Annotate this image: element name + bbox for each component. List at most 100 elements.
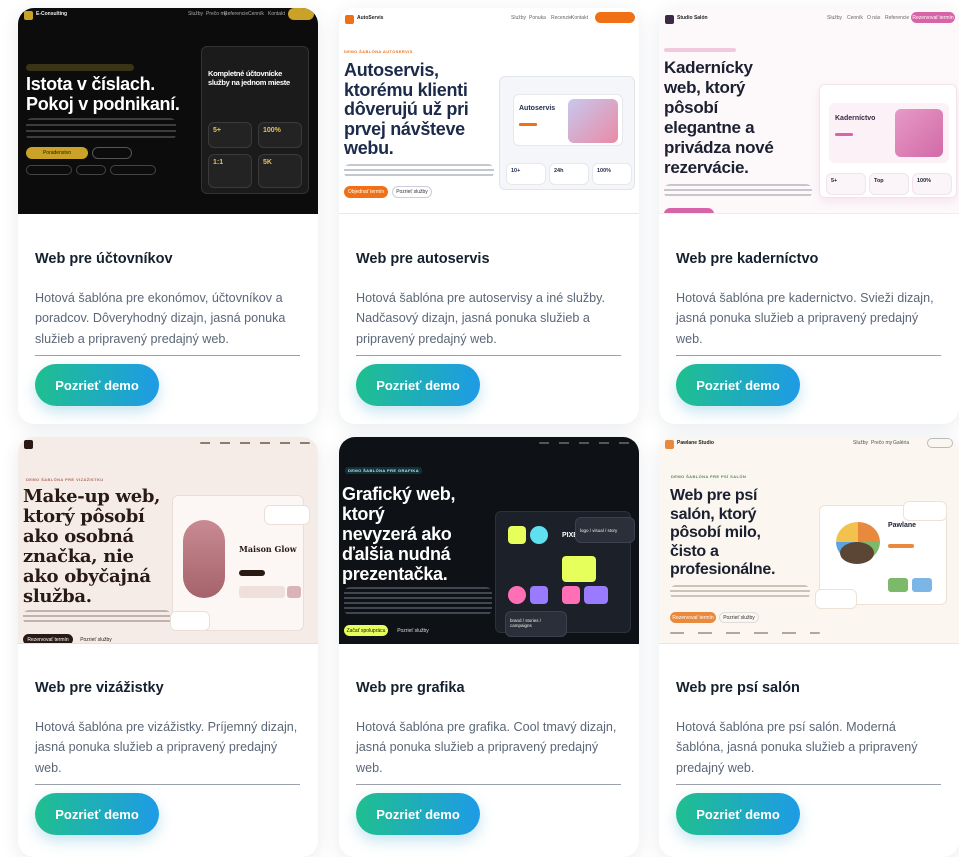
preview-stat: 5+ bbox=[831, 178, 838, 184]
divider bbox=[676, 784, 941, 785]
preview-floating-chip bbox=[264, 505, 310, 525]
brand-logo-icon bbox=[665, 15, 674, 24]
preview-hairdresser[interactable]: Studio Salón Služby Cenník O nás Referen… bbox=[659, 8, 959, 214]
divider bbox=[676, 355, 941, 356]
preview-badge bbox=[664, 48, 736, 52]
preview-hero-title: Make-up web, ktorý pôsobí ako osobná zna… bbox=[23, 486, 161, 607]
view-demo-button[interactable]: Pozrieť demo bbox=[676, 364, 800, 406]
preview-dog-salon[interactable]: Pawlane Studio Služby Prečo my Galéria D… bbox=[659, 437, 959, 644]
preview-floating-chip bbox=[815, 589, 857, 609]
view-demo-button[interactable]: Pozrieť demo bbox=[676, 793, 800, 835]
preview-nav-item: Služby bbox=[853, 440, 869, 446]
preview-floating-chip: brand / stories / campaigns bbox=[505, 611, 567, 637]
preview-stat: 100% bbox=[597, 168, 612, 174]
preview-chip bbox=[76, 165, 106, 175]
preview-text-lines bbox=[670, 585, 810, 599]
preview-accent-bar bbox=[835, 133, 853, 136]
card-description: Hotová šablóna pre grafika. Cool tmavý d… bbox=[356, 720, 617, 775]
preview-hero-tag: DEMO ŠABLÓNA PRE GRAFIKA bbox=[345, 467, 423, 474]
preview-chip-label: logo / visual / story bbox=[580, 528, 618, 533]
preview-hero-title: Autoservis, ktorému klienti dôverujú už … bbox=[344, 60, 469, 158]
view-demo-button[interactable]: Pozrieť demo bbox=[35, 364, 159, 406]
view-demo-button[interactable]: Pozrieť demo bbox=[356, 793, 480, 835]
preview-nav: E-Consulting Služby Prečo my Referencie … bbox=[18, 8, 318, 22]
preview-nav bbox=[18, 437, 318, 451]
preview-accent-bar bbox=[888, 544, 914, 548]
preview-panel-card: Kaderníctvo bbox=[829, 103, 949, 163]
preview-panel-title: Pawlane bbox=[888, 522, 917, 529]
preview-illustration bbox=[840, 542, 874, 564]
preview-stat: 1:1 bbox=[213, 159, 224, 166]
preview-nav-item: Ponuka bbox=[529, 15, 546, 21]
preview-shape bbox=[508, 526, 526, 544]
preview-brand: AutoServis bbox=[357, 15, 384, 21]
preview-panel-title: Autoservis bbox=[519, 105, 556, 112]
preview-brand: Pawlane Studio bbox=[677, 440, 714, 446]
preview-hero-title: Kadernícky web, ktorý pôsobí elegantne a… bbox=[664, 58, 774, 177]
preview-stat-box: 5+ bbox=[208, 122, 252, 148]
preview-nav-links bbox=[539, 442, 633, 444]
card-title: Web pre autoservis bbox=[356, 251, 490, 267]
preview-cta: Rezervovať termín bbox=[23, 634, 73, 643]
preview-stat-box: 24h bbox=[549, 163, 589, 185]
preview-accountant[interactable]: E-Consulting Služby Prečo my Referencie … bbox=[18, 8, 318, 214]
template-card-hairdresser: Studio Salón Služby Cenník O nás Referen… bbox=[659, 8, 959, 424]
preview-autoservice[interactable]: AutoServis Služby Ponuka Recenzie Kontak… bbox=[339, 8, 639, 214]
preview-panel-title: Kaderníctvo bbox=[835, 115, 876, 122]
preview-text-lines bbox=[23, 610, 171, 624]
preview-stat-box: 100% bbox=[912, 173, 952, 195]
brand-logo-icon bbox=[24, 440, 33, 449]
preview-nav-item: Referencie bbox=[224, 11, 249, 17]
preview-floating-chip: logo / visual / story bbox=[575, 517, 635, 543]
preview-floating-chip bbox=[170, 611, 210, 631]
preview-nav: Studio Salón Služby Cenník O nás Referen… bbox=[659, 12, 959, 26]
preview-cta: Objednať termín bbox=[344, 186, 388, 198]
preview-nav-cta: Rezervovať termín bbox=[911, 12, 955, 23]
view-demo-button[interactable]: Pozrieť demo bbox=[35, 793, 159, 835]
preview-nav-item: Služby bbox=[511, 15, 527, 21]
preview-accent-bar bbox=[239, 570, 265, 576]
preview-shape bbox=[562, 556, 596, 582]
preview-stat-box: 5K bbox=[258, 154, 302, 188]
preview-nav-item: Kontakt bbox=[268, 11, 285, 17]
preview-cta: Rezervovať termín bbox=[670, 612, 716, 623]
preview-panel-card: Autoservis bbox=[513, 94, 623, 146]
preview-stat-box: 1:1 bbox=[208, 154, 252, 188]
card-title: Web pre grafika bbox=[356, 680, 465, 696]
preview-hero-tag: DEMO ŠABLÓNA AUTOSERVIS bbox=[344, 49, 413, 54]
preview-cta-secondary: Pozrieť služby bbox=[397, 627, 429, 634]
preview-stat: 100% bbox=[263, 127, 281, 134]
preview-nav-cta bbox=[595, 12, 635, 23]
preview-illustration bbox=[895, 109, 943, 157]
preview-hero-title: Web pre psí salón, ktorý pôsobí milo, či… bbox=[670, 487, 776, 578]
preview-nav-item: Referencie bbox=[885, 15, 910, 21]
preview-nav-cta bbox=[288, 8, 314, 20]
preview-cta-secondary bbox=[92, 147, 132, 159]
card-description: Hotová šablóna pre kadernictvo. Svieži d… bbox=[676, 291, 934, 346]
preview-shape bbox=[508, 586, 526, 604]
template-card-accountant: E-Consulting Služby Prečo my Referencie … bbox=[18, 8, 318, 424]
preview-badge bbox=[26, 64, 134, 71]
preview-stat: 100% bbox=[917, 178, 932, 184]
preview-makeup[interactable]: DEMO ŠABLÓNA PRE VIZÁŽISTKU Make-up web,… bbox=[18, 437, 318, 644]
preview-cta: Poradenstvo bbox=[26, 147, 88, 159]
preview-nav-item: O nás bbox=[867, 15, 881, 21]
preview-cta bbox=[664, 208, 714, 213]
card-description: Hotová šablóna pre ekonómov, účtovníkov … bbox=[35, 291, 286, 346]
card-description: Hotová šablóna pre vizážistky. Príjemný … bbox=[35, 720, 298, 775]
card-title: Web pre vizážistky bbox=[35, 680, 164, 696]
preview-text-lines bbox=[26, 118, 176, 140]
preview-floating-chip bbox=[903, 501, 947, 521]
preview-nav-item: Cenník bbox=[847, 15, 863, 21]
preview-text-lines bbox=[344, 164, 494, 178]
preview-nav: Pawlane Studio Služby Prečo my Galéria bbox=[659, 437, 959, 451]
brand-logo-icon bbox=[24, 11, 33, 20]
view-demo-button[interactable]: Pozrieť demo bbox=[356, 364, 480, 406]
preview-designer[interactable]: DEMO ŠABLÓNA PRE GRAFIKA Grafický web, k… bbox=[339, 437, 639, 644]
card-title: Web pre kaderníctvo bbox=[676, 251, 819, 267]
card-title: Web pre účtovníkov bbox=[35, 251, 173, 267]
preview-shape bbox=[562, 586, 580, 604]
preview-chip-label: brand / stories / campaigns bbox=[510, 618, 542, 628]
preview-hero-tag: DEMO ŠABLÓNA PRE PSÍ SALÓN bbox=[671, 474, 747, 479]
preview-swatch bbox=[287, 586, 301, 598]
